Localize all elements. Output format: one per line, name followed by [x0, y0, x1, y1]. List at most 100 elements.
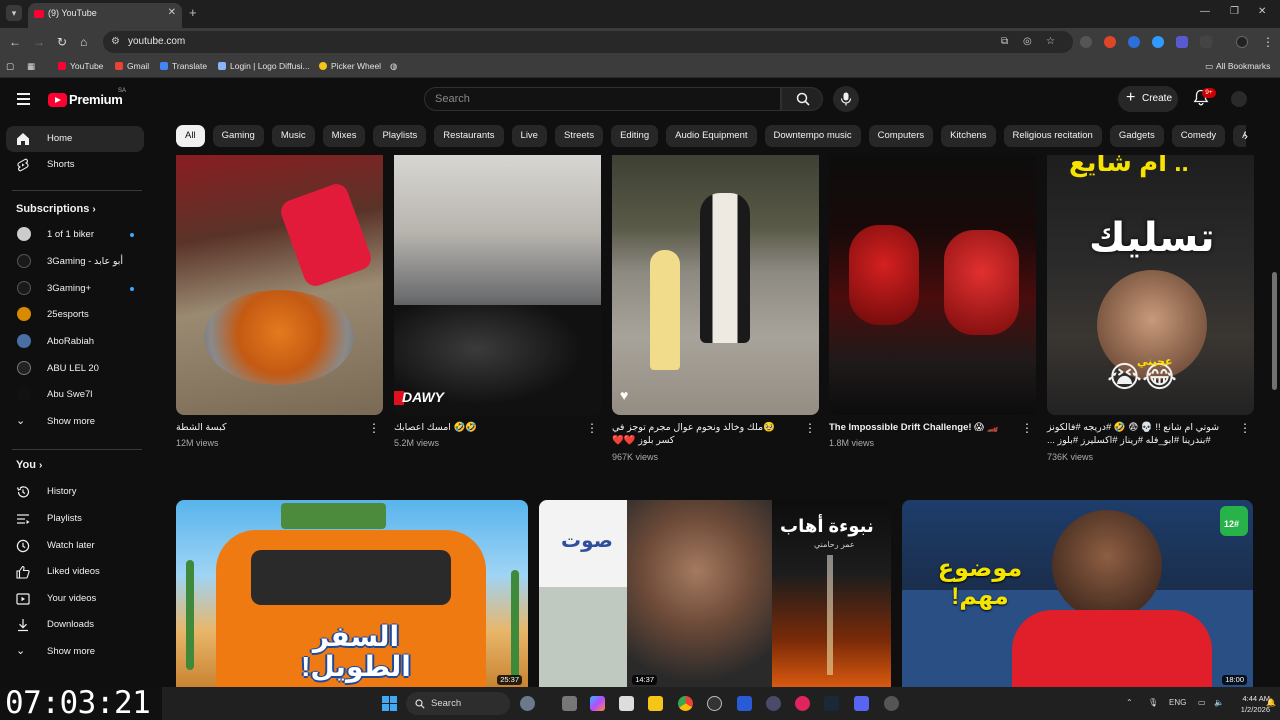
short-title[interactable]: The Impossible Drift Challenge! 😱 🏎️	[829, 421, 1009, 434]
show-more-you[interactable]: ⌄ Show more	[6, 639, 144, 665]
steam-icon[interactable]	[824, 696, 839, 711]
sidebar-item-liked-videos[interactable]: Liked videos	[6, 559, 144, 585]
bookmark-picker-wheel[interactable]: Picker Wheel	[319, 61, 381, 71]
chip-playlists[interactable]: Playlists	[373, 125, 427, 147]
url-text[interactable]: youtube.com	[128, 36, 185, 47]
back-icon[interactable]: ←	[9, 35, 21, 49]
omnibox[interactable]: ⚙ youtube.com ⧉ ◎ ☆	[103, 31, 1073, 53]
grid-icon[interactable]: ▦	[27, 61, 35, 72]
chip-gaming[interactable]: Gaming	[212, 125, 264, 147]
subscription-item[interactable]: ABU LEL 20	[6, 356, 144, 382]
subscription-item[interactable]: 3Gaming - أبو عابد	[6, 249, 144, 275]
chip-gadgets[interactable]: Gadgets	[1109, 125, 1164, 147]
chip-downtempo-music[interactable]: Downtempo music	[764, 125, 861, 147]
search-input[interactable]: Search	[424, 87, 781, 111]
short-thumbnail[interactable]	[829, 155, 1036, 415]
you-header[interactable]: You ›	[16, 459, 42, 471]
subscription-item[interactable]: 3Gaming+	[6, 276, 144, 302]
more-options-icon[interactable]: ⋮	[586, 422, 598, 434]
calculator-icon[interactable]	[619, 696, 634, 711]
maximize-icon[interactable]: ❐	[1230, 6, 1239, 17]
extension-icon[interactable]	[1104, 36, 1116, 48]
settings-gear-icon[interactable]	[884, 696, 899, 711]
tray-overflow-icon[interactable]: ⌃	[1126, 698, 1133, 707]
sidebar-item-history[interactable]: History	[6, 479, 144, 505]
chip-religious-recitation[interactable]: Religious recitation	[1003, 125, 1102, 147]
browser-menu-icon[interactable]: ⋮	[1262, 35, 1274, 49]
more-options-icon[interactable]: ⋮	[1239, 422, 1251, 434]
hamburger-menu-icon[interactable]	[17, 93, 30, 105]
more-options-icon[interactable]: ⋮	[804, 422, 816, 434]
browser-tab[interactable]: (9) YouTube ✕	[28, 3, 182, 28]
chip-restaurants[interactable]: Restaurants	[434, 125, 504, 147]
extension-icon[interactable]	[1080, 36, 1092, 48]
subscriptions-header[interactable]: Subscriptions ›	[16, 203, 96, 215]
chip-kitchens[interactable]: Kitchens	[941, 125, 996, 147]
network-icon[interactable]: ▭	[1198, 698, 1206, 707]
proton-vpn-icon[interactable]	[737, 696, 752, 711]
subscription-item[interactable]: 25esports	[6, 302, 144, 328]
tab-close-icon[interactable]: ✕	[168, 7, 176, 18]
github-icon[interactable]	[707, 696, 722, 711]
site-info-icon[interactable]: ⚙	[111, 36, 120, 47]
sidebar-item-playlists[interactable]: Playlists	[6, 506, 144, 532]
voice-search-button[interactable]	[833, 86, 859, 112]
minimize-icon[interactable]: —	[1200, 6, 1210, 17]
all-bookmarks[interactable]: ▭ All Bookmarks	[1205, 61, 1270, 72]
sidebar-item-watch-later[interactable]: Watch later	[6, 533, 144, 559]
taskbar-clock[interactable]: 4:44 AM 1/2/2026	[1222, 693, 1270, 715]
video-card[interactable]: السفر الطويل! 25:37	[176, 500, 528, 687]
account-avatar[interactable]	[1231, 91, 1247, 107]
short-thumbnail[interactable]: ام شايع .. تسليك 😭😂 عجبني	[1047, 155, 1254, 415]
short-title[interactable]: 🤣🤣 امسك اعصابك	[394, 421, 574, 434]
bookmark-translate[interactable]: Translate	[160, 61, 207, 71]
copilot-icon[interactable]	[590, 696, 605, 711]
cast-icon[interactable]: ⧉	[1001, 36, 1008, 47]
extension-icon[interactable]	[1152, 36, 1164, 48]
short-title[interactable]: شوتي ام شانع !! 💀 😨 🤣 #دريجه #فالكونز #ب…	[1047, 421, 1227, 447]
short-thumbnail[interactable]: ♥	[612, 155, 819, 415]
microphone-tray-icon[interactable]: 🎙	[1148, 698, 1158, 707]
show-more-subscriptions[interactable]: ⌄ Show more	[6, 409, 144, 435]
video-card[interactable]: موضوع مهم! 12# 18:00	[902, 500, 1253, 687]
profile-avatar[interactable]	[1236, 36, 1248, 48]
bookmark-youtube[interactable]: YouTube	[58, 61, 103, 71]
extension-icon[interactable]	[1128, 36, 1140, 48]
subscription-item[interactable]: 1 of 1 biker	[6, 222, 144, 248]
bookmark-star-icon[interactable]: ☆	[1046, 36, 1055, 47]
sidebar-item-home[interactable]: Home	[6, 126, 144, 152]
chip-all[interactable]: All	[176, 125, 205, 147]
chip-streets[interactable]: Streets	[554, 125, 604, 147]
chip-computers[interactable]: Computers	[868, 125, 934, 147]
alien-app-icon[interactable]	[520, 696, 535, 711]
task-view-icon[interactable]	[562, 696, 577, 711]
sidebar-item-shorts[interactable]: Shorts	[6, 152, 144, 178]
chip-editing[interactable]: Editing	[611, 125, 659, 147]
extensions-puzzle-icon[interactable]	[1200, 36, 1212, 48]
short-title[interactable]: كبسة الشطة	[176, 421, 356, 434]
reload-icon[interactable]: ↻	[57, 35, 67, 49]
bookmark-login[interactable]: Login | Logo Diffusi...	[218, 61, 310, 71]
chrome-icon[interactable]	[678, 696, 693, 711]
media-player-icon[interactable]	[795, 696, 810, 711]
close-window-icon[interactable]: ✕	[1258, 6, 1266, 17]
home-button-icon[interactable]: ⌂	[80, 35, 87, 49]
create-button[interactable]: + Create	[1118, 86, 1178, 112]
search-button[interactable]	[781, 87, 823, 111]
short-title[interactable]: 🥹ملك وخالد ونحوم عوال مجرم توجز في كسر ب…	[612, 421, 792, 447]
page-scrollbar[interactable]	[1272, 272, 1277, 390]
sidebar-item-downloads[interactable]: Downloads	[6, 612, 144, 638]
file-explorer-icon[interactable]	[648, 696, 663, 711]
taskbar-search[interactable]: Search	[406, 692, 510, 715]
short-thumbnail[interactable]: DAWY	[394, 155, 601, 415]
notifications-icon[interactable]: 🔔	[1266, 698, 1276, 707]
more-options-icon[interactable]: ⋮	[1021, 422, 1033, 434]
tab-search-button[interactable]: ▾	[6, 5, 22, 21]
windows-start-icon[interactable]	[382, 696, 397, 711]
chip-comedy[interactable]: Comedy	[1171, 125, 1226, 147]
language-indicator[interactable]: ENG	[1169, 698, 1186, 707]
chevron-right-icon[interactable]: ›	[1244, 129, 1248, 143]
apps-icon[interactable]: ▢	[6, 61, 14, 72]
sidebar-item-your-videos[interactable]: Your videos	[6, 586, 144, 612]
chip-music[interactable]: Music	[271, 125, 315, 147]
